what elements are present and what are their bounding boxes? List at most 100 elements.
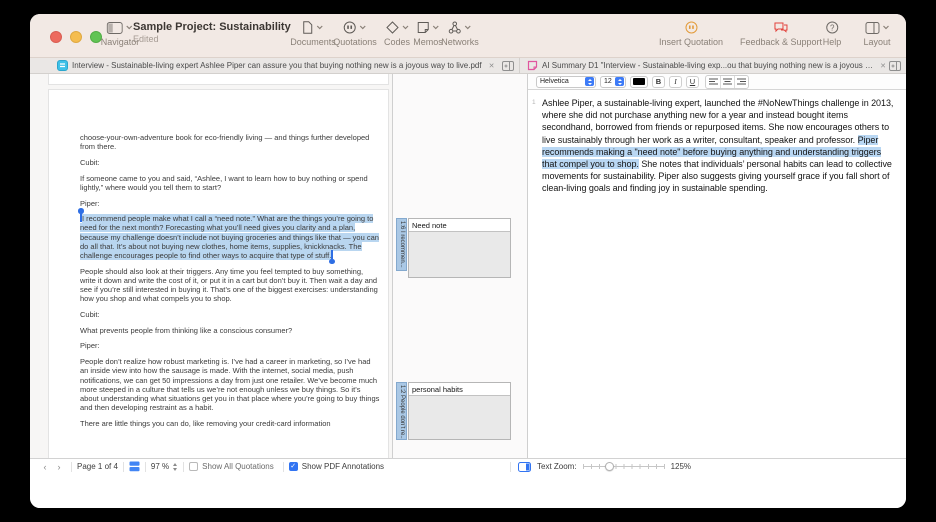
- selection-end-handle[interactable]: [329, 250, 334, 265]
- quotation-reference-bar[interactable]: 1:2 People don’t re...: [396, 382, 407, 440]
- memo-note-icon: [417, 22, 429, 33]
- alignment-group: [705, 74, 749, 89]
- status-bar: ‹ › Page 1 of 4 97 % Show All Quotations…: [30, 458, 906, 474]
- quotation-entry[interactable]: 1:6 I recommen... Need note: [396, 218, 511, 278]
- font-family-select[interactable]: Helvetica: [536, 75, 596, 88]
- tab-memo-title: AI Summary D1 "Interview - Sustainable-l…: [542, 61, 873, 70]
- paragraph: If someone came to you and said, “Ashlee…: [80, 173, 368, 192]
- memo-editor-pane: Helvetica 12 B I U 1 Ashlee Piper, a sus…: [528, 74, 906, 458]
- text-color-well[interactable]: [630, 75, 648, 88]
- chevron-down-icon: [402, 25, 408, 30]
- document-icon: [303, 21, 313, 34]
- paragraph: Cubit:: [80, 310, 100, 320]
- pdf-text[interactable]: choose-your-own-adventure book for eco-f…: [78, 133, 380, 435]
- help-icon: ?: [825, 21, 838, 34]
- align-left-icon: [708, 78, 718, 85]
- split-view-button[interactable]: [502, 60, 514, 71]
- quotation-icon: [344, 21, 356, 34]
- font-size-value: 12: [604, 78, 612, 85]
- selected-quotation-paragraph[interactable]: I recommend people make what I call a “n…: [78, 208, 380, 265]
- memo-text[interactable]: Ashlee Piper, a sustainable-living exper…: [542, 97, 894, 195]
- memo-text-before: Ashlee Piper, a sustainable-living exper…: [542, 98, 894, 145]
- code-box[interactable]: Need note: [408, 218, 511, 278]
- previous-page-button[interactable]: ‹: [38, 462, 52, 472]
- show-pdf-annotations-checkbox[interactable]: Show PDF Annotations: [288, 462, 385, 471]
- checkbox-unchecked-icon: [189, 462, 199, 471]
- toolbar-quotations[interactable]: Quotations: [333, 20, 377, 47]
- toolbar-memos[interactable]: Memos: [413, 20, 443, 47]
- divider: [144, 461, 146, 472]
- code-box[interactable]: personal habits: [408, 382, 511, 440]
- minimize-window-button[interactable]: [70, 31, 82, 43]
- feedback-support-button[interactable]: Feedback & Support: [740, 20, 822, 47]
- bold-button[interactable]: B: [652, 75, 665, 88]
- font-family-value: Helvetica: [540, 78, 569, 85]
- toolbar-documents[interactable]: Documents: [290, 20, 336, 47]
- zoom-stepper[interactable]: [171, 462, 178, 471]
- italic-button[interactable]: I: [669, 75, 682, 88]
- quotation-entry[interactable]: 1:2 People don’t re... personal habits: [396, 382, 511, 440]
- align-center-icon: [723, 78, 732, 85]
- tab-bar: Interview - Sustainable-living expert As…: [30, 58, 906, 74]
- underline-button[interactable]: U: [686, 75, 699, 88]
- paragraph: Piper:: [80, 341, 100, 351]
- sidebar-icon: [107, 21, 123, 34]
- chevron-down-icon: [317, 25, 323, 30]
- panel-toggle-icon[interactable]: [518, 461, 531, 472]
- align-center-button[interactable]: [720, 75, 734, 88]
- slider-thumb[interactable]: [604, 462, 614, 471]
- selection-start-handle[interactable]: [78, 208, 83, 223]
- stepper-icon: [615, 77, 624, 86]
- insert-quotation-button[interactable]: Insert Quotation: [659, 20, 723, 47]
- font-size-select[interactable]: 12: [600, 75, 626, 88]
- paragraph: People don’t realize how robust marketin…: [80, 357, 380, 413]
- svg-text:?: ?: [830, 23, 835, 32]
- paragraph: Cubit:: [80, 157, 100, 167]
- stepper-icon: [585, 77, 594, 86]
- divider: [510, 461, 511, 472]
- ai-summary-memo-icon: [527, 60, 538, 71]
- chevron-down-icon: [882, 25, 889, 30]
- split-view-button[interactable]: [889, 60, 901, 71]
- tab-memo[interactable]: AI Summary D1 "Interview - Sustainable-l…: [520, 58, 906, 73]
- help-button[interactable]: ? Help: [823, 20, 841, 47]
- close-window-button[interactable]: [50, 31, 62, 43]
- tab-close-icon[interactable]: ✕: [877, 62, 889, 70]
- divider: [183, 461, 185, 472]
- toolbar-codes[interactable]: Codes: [384, 20, 410, 47]
- quotation-reference-bar[interactable]: 1:6 I recommen...: [396, 218, 407, 271]
- align-right-button[interactable]: [734, 75, 748, 88]
- text-zoom-slider[interactable]: [582, 462, 665, 472]
- page-fit-icon[interactable]: [129, 461, 140, 472]
- split-view-icon: [889, 60, 901, 71]
- diamond-code-icon: [385, 21, 399, 34]
- paragraph: People should also look at their trigger…: [80, 266, 378, 304]
- format-toolbar: Helvetica 12 B I U: [528, 74, 906, 90]
- tab-close-icon[interactable]: ✕: [486, 62, 498, 70]
- divider: [71, 461, 72, 472]
- layout-button[interactable]: Layout: [863, 20, 891, 47]
- paragraph: choose-your-own-adventure book for eco-f…: [80, 133, 370, 152]
- memo-body[interactable]: 1 Ashlee Piper, a sustainable-living exp…: [528, 90, 906, 458]
- show-pdf-annotations-label: Show PDF Annotations: [301, 462, 385, 471]
- slider-track: [582, 466, 665, 467]
- tab-document[interactable]: Interview - Sustainable-living expert As…: [30, 58, 520, 73]
- text-zoom-value: 125%: [670, 462, 692, 471]
- traffic-lights: [50, 31, 102, 43]
- next-page-button[interactable]: ›: [52, 462, 66, 472]
- chevron-down-icon: [360, 25, 366, 30]
- tab-document-title: Interview - Sustainable-living expert As…: [72, 61, 482, 70]
- toolbar-networks[interactable]: Networks: [441, 20, 479, 47]
- page-indicator: Page 1 of 4: [77, 462, 118, 471]
- paragraph: What prevents people from thinking like …: [80, 325, 293, 335]
- align-right-icon: [737, 78, 746, 85]
- text-zoom-label: Text Zoom:: [537, 462, 577, 471]
- project-title: Sample Project: Sustainability: [133, 21, 291, 33]
- show-all-quotations-checkbox[interactable]: Show All Quotations: [189, 462, 274, 471]
- text-zoom-group: Text Zoom: 125%: [505, 459, 691, 474]
- align-left-button[interactable]: [706, 76, 720, 88]
- window-title-block: Sample Project: Sustainability Edited: [133, 21, 291, 44]
- interview-document-icon: [57, 60, 68, 71]
- pdf-document-pane[interactable]: choose-your-own-adventure book for eco-f…: [30, 74, 393, 458]
- window-footer: [30, 474, 906, 508]
